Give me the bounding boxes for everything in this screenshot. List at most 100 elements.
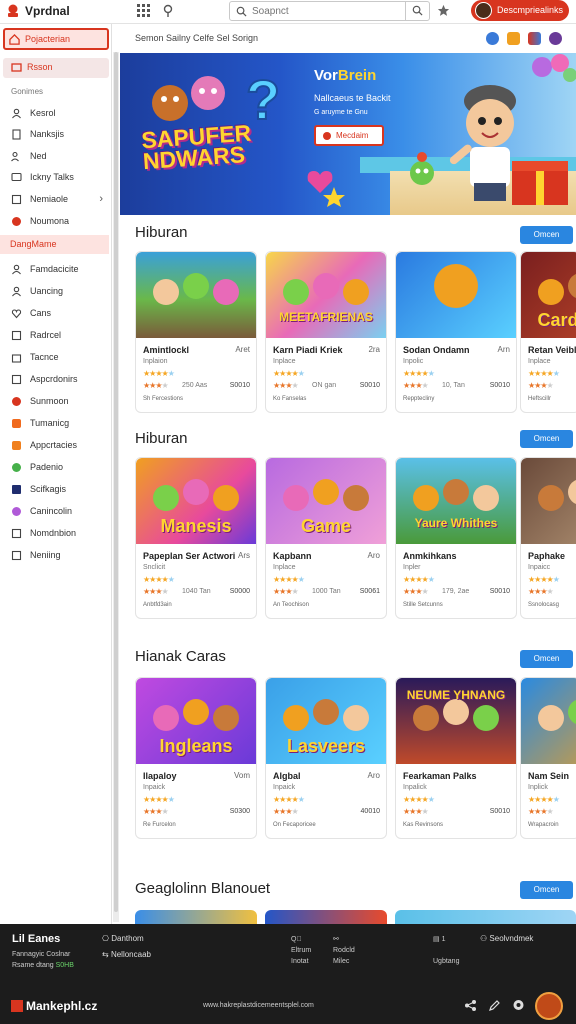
game-footer-text: Repptecliny	[403, 396, 435, 402]
profile-icon[interactable]	[549, 32, 562, 45]
search-button[interactable]	[405, 2, 429, 20]
game-card[interactable]: MEETAFRIENAS Karn Piadi Kriek 2ra Inplace ★★…	[265, 251, 387, 413]
user-account-button[interactable]: Descmpriealinks	[471, 0, 569, 21]
notification-icon[interactable]	[507, 32, 520, 45]
sub-header: Semon Sailny Celfe Sel Sorign	[120, 24, 576, 53]
sidebar-item-9[interactable]: Cans	[3, 304, 109, 324]
search-input[interactable]	[252, 4, 402, 19]
game-card[interactable]: Ingleans Ilapaloy Vom Inpaick ★★★★★ ★★★★ S0300…	[135, 677, 257, 839]
game-card[interactable]: Manesis Papeplan Ser Actwori Ars Snclicit ★★…	[135, 457, 257, 619]
rating-stars-icon: ★★★★★	[403, 369, 435, 378]
footer-url[interactable]: www.hakreplastdicemeentsplel.com	[203, 1002, 314, 1009]
game-card[interactable]: Game Kapbann Aro Inplace ★★★★★ ★★★★ 1000 Tan S0…	[265, 457, 387, 619]
sidebar-item-1[interactable]: Kesrol	[3, 104, 109, 124]
sidebar-item-18[interactable]: Canincolin	[3, 502, 109, 522]
footer-col-2[interactable]: ⚯ Rodcld Milec	[333, 934, 355, 967]
sidebar-item-6[interactable]: Neniing Noumona	[3, 212, 109, 232]
share-icon[interactable]	[464, 999, 477, 1012]
chat-bubble-icon[interactable]	[512, 999, 525, 1012]
game-thumbnail[interactable]: Manesis	[136, 458, 256, 544]
game-card[interactable]: Amintlockl Aret Inplaion ★★★★★ ★★★★ 250 Aas S0…	[135, 251, 257, 413]
sidebar-item-2[interactable]: Nanksjis	[3, 125, 109, 145]
section-more-button[interactable]: Omcen	[520, 430, 573, 448]
rating-stars-icon: ★★★★★	[143, 575, 175, 584]
game-card[interactable]: Paphake Inpaicc ★★★★★ ★★★★ Ssnolocasg	[520, 457, 576, 619]
sidebar-item-label: Scifkagis	[30, 484, 67, 494]
location-pin-icon[interactable]	[162, 4, 174, 18]
sidebar-item-15[interactable]: Appcrtacies	[3, 436, 109, 456]
game-card[interactable]: CardinalleRetan VeiblInplace★★★★★★★★★Hef…	[520, 251, 576, 413]
game-thumbnail[interactable]: MEETAFRIENAS	[266, 252, 386, 338]
grid-icon	[11, 330, 22, 341]
footer-link-3[interactable]: ⚇ Seolvndmek	[480, 934, 533, 943]
footer-col-3[interactable]: ▤ 1 Ugbtang	[433, 934, 459, 967]
footer-link-1[interactable]: ⎔ Danthom	[102, 934, 144, 943]
sidebar-item-14[interactable]: Tumanicg	[3, 414, 109, 434]
game-thumbnail[interactable]	[136, 252, 256, 338]
sidebar-item-7[interactable]: Famdacicite	[3, 260, 109, 280]
hero-cta-button[interactable]: Mecdaim	[314, 125, 384, 146]
scrollbar-thumb[interactable]	[114, 52, 118, 912]
hero-banner[interactable]: ? SAPUFER NDWARS VorBrein Nallcaeus te B…	[120, 53, 576, 215]
rating-stars-icon: ★★★★★	[273, 575, 305, 584]
section-more-button[interactable]: Omcen	[520, 881, 573, 899]
sidebar-item-16[interactable]: Padenio	[3, 458, 109, 478]
edit-icon[interactable]	[488, 999, 501, 1012]
game-thumbnail[interactable]: Yaure Whithes	[396, 458, 516, 544]
app-logo-icon[interactable]	[5, 3, 21, 19]
sidebar-section-label: Gonimes	[11, 87, 44, 96]
game-thumbnail[interactable]: Lasveers	[266, 678, 386, 764]
sidebar-item-5[interactable]: Nemiaole ›	[3, 190, 109, 210]
game-thumbnail[interactable]: Cardinalle	[521, 252, 576, 338]
game-thumbnail-title: NEUME YHNANG	[406, 688, 506, 702]
game-thumbnail[interactable]: NEUME YHNANG	[396, 678, 516, 764]
footer-col-1[interactable]: Q⃝ Eltrum Inotat	[291, 934, 311, 967]
hero-heading-a: Vor	[314, 67, 338, 84]
partial-card[interactable]	[395, 910, 576, 924]
game-card[interactable]: Nam Sein Inplick ★★★★★ ★★★★ Wrapacroin	[520, 677, 576, 839]
sidebar-item-highlight[interactable]: DangMame	[0, 235, 109, 254]
game-tag: Vom	[233, 771, 250, 780]
game-card[interactable]: Lasveers Algbal Aro Inpaick ★★★★★ ★★★★ 40010 On…	[265, 677, 387, 839]
footer-link-2[interactable]: ⇆ Nelloncaab	[102, 950, 151, 959]
sidebar-item-12[interactable]: Aspcrdonirs	[3, 370, 109, 390]
partial-card[interactable]	[135, 910, 257, 924]
sidebar-item-20[interactable]: Neniing	[3, 546, 109, 566]
rating-stars-icon: ★★★★	[143, 587, 169, 596]
game-card[interactable]: Sodan Ondamn Arn Inpolic ★★★★★ ★★★★ 10, Tan S0…	[395, 251, 517, 413]
sidebar-item-4[interactable]: Ickny Talks	[3, 168, 109, 188]
sidebar-item-3[interactable]: Ned	[3, 147, 109, 167]
sidebar-item-11[interactable]: Tacnce	[3, 348, 109, 368]
list-icon	[11, 528, 22, 539]
sidebar-item-17[interactable]: Scifkagis	[3, 480, 109, 500]
section-more-button[interactable]: Omcen	[520, 650, 573, 668]
sidebar-item-19[interactable]: Nomdnbion	[3, 524, 109, 544]
favorites-star-icon[interactable]	[437, 4, 450, 17]
game-card[interactable]: Yaure Whithes Anmkihkans Inpler ★★★★★ ★★★★ 17…	[395, 457, 517, 619]
sidebar-item-label: Aspcrdonirs	[30, 374, 78, 384]
hero-heart-star-icon	[307, 171, 345, 207]
apps-grid-icon[interactable]	[137, 4, 151, 18]
sidebar-scrollbar[interactable]	[113, 52, 119, 922]
footer-avatar[interactable]	[535, 992, 563, 1020]
social-icon[interactable]	[486, 32, 499, 45]
sidebar-item-selected[interactable]: Rsson	[3, 58, 109, 78]
game-thumbnail[interactable]	[521, 458, 576, 544]
rating-stars-icon: ★★★★★	[528, 795, 560, 804]
sidebar-item-13[interactable]: Sunmoon	[3, 392, 109, 412]
sidebar-item-8[interactable]: Uancing	[3, 282, 109, 302]
rating-stars-icon: ★★★★	[528, 587, 554, 596]
footer-logo-text: Mankephl.cz	[26, 999, 98, 1013]
section-more-button[interactable]: Omcen	[520, 226, 573, 244]
game-thumbnail[interactable]: Ingleans	[136, 678, 256, 764]
sidebar-top-button[interactable]: Pojacterian	[3, 28, 109, 50]
sidebar-item-10[interactable]: Radrcel	[3, 326, 109, 346]
partial-card[interactable]	[265, 910, 387, 924]
game-card[interactable]: NEUME YHNANG Fearkaman Palks Inpalick ★★★★★…	[395, 677, 517, 839]
rating-stars-icon: ★★★★	[143, 807, 169, 816]
game-thumbnail[interactable]	[396, 252, 516, 338]
game-thumbnail[interactable]	[521, 678, 576, 764]
footer-logo[interactable]: Mankephl.cz	[11, 999, 97, 1013]
game-thumbnail[interactable]: Game	[266, 458, 386, 544]
flag-icon[interactable]	[528, 32, 541, 45]
